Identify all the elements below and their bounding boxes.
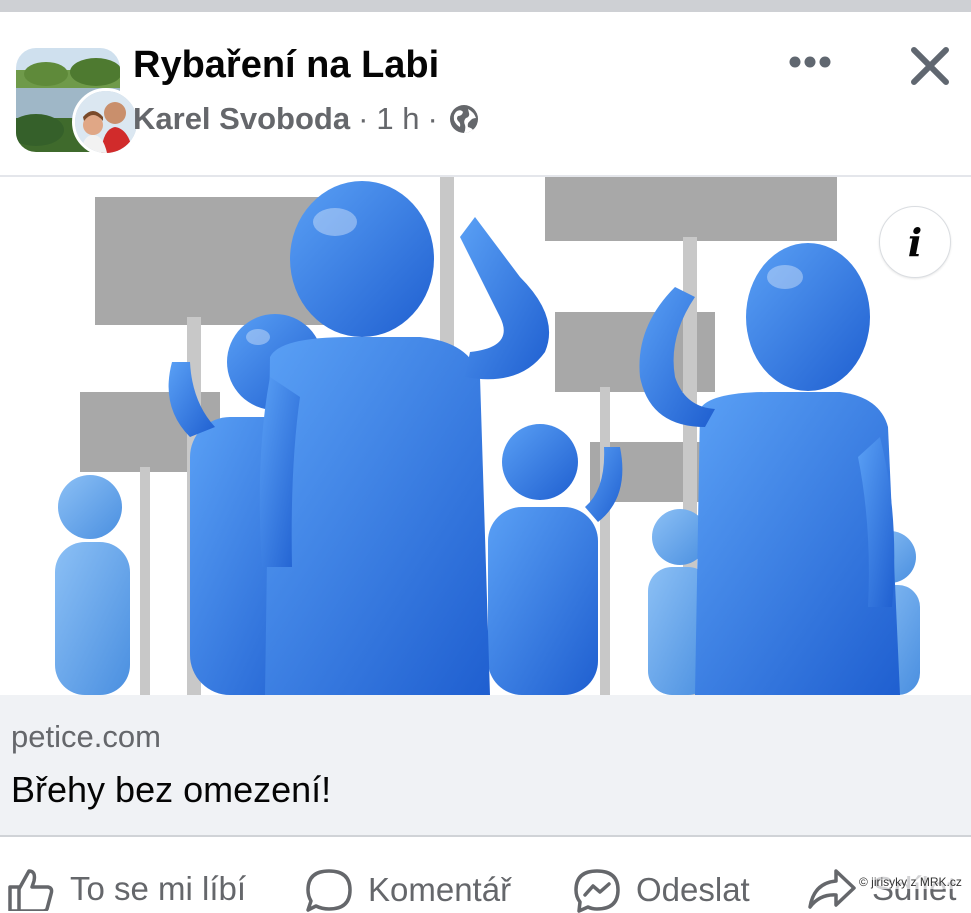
group-name[interactable]: Rybaření na Labi (133, 44, 439, 87)
info-icon: i (907, 219, 923, 265)
author-avatar[interactable] (72, 88, 140, 156)
image-info-button[interactable]: i (879, 206, 951, 278)
meta-separator-2: · (427, 101, 438, 136)
more-horizontal-icon (788, 55, 832, 74)
link-domain: petice.com (11, 719, 161, 754)
share-icon (808, 869, 856, 909)
post-time[interactable]: 1 h (376, 101, 419, 137)
more-options-button[interactable] (782, 42, 838, 86)
link-preview-caption[interactable]: petice.com Břehy bez omezení! (0, 695, 971, 835)
like-label: To se mi líbí (70, 870, 247, 907)
author-name[interactable]: Karel Svoboda (133, 101, 350, 137)
post-meta: Karel Svoboda · 1 h · (133, 101, 480, 137)
comment-label: Komentář (368, 871, 512, 908)
messenger-icon (574, 869, 620, 913)
top-strip (0, 0, 971, 12)
meta-separator: · (358, 101, 369, 136)
comment-button[interactable]: Komentář (304, 867, 511, 913)
globe-icon (448, 103, 480, 135)
watermark: © jirisyky z MRK.cz (857, 875, 964, 889)
post-header: Rybaření na Labi Karel Svoboda · 1 h · (0, 12, 971, 175)
close-button[interactable] (902, 40, 958, 96)
close-icon (910, 46, 950, 91)
send-button[interactable]: Odeslat (572, 867, 750, 913)
link-preview-image[interactable] (0, 177, 971, 695)
like-button[interactable]: To se mi líbí (6, 867, 246, 911)
post-action-bar: To se mi líbí Komentář Odeslat Sdílet (0, 837, 971, 913)
group-avatar[interactable] (16, 48, 140, 156)
protest-illustration (0, 177, 971, 695)
comment-icon (306, 869, 352, 912)
link-title: Břehy bez omezení! (11, 769, 332, 810)
thumbs-up-icon (8, 869, 54, 911)
share-button[interactable]: Sdílet (806, 867, 956, 911)
send-label: Odeslat (636, 871, 750, 908)
